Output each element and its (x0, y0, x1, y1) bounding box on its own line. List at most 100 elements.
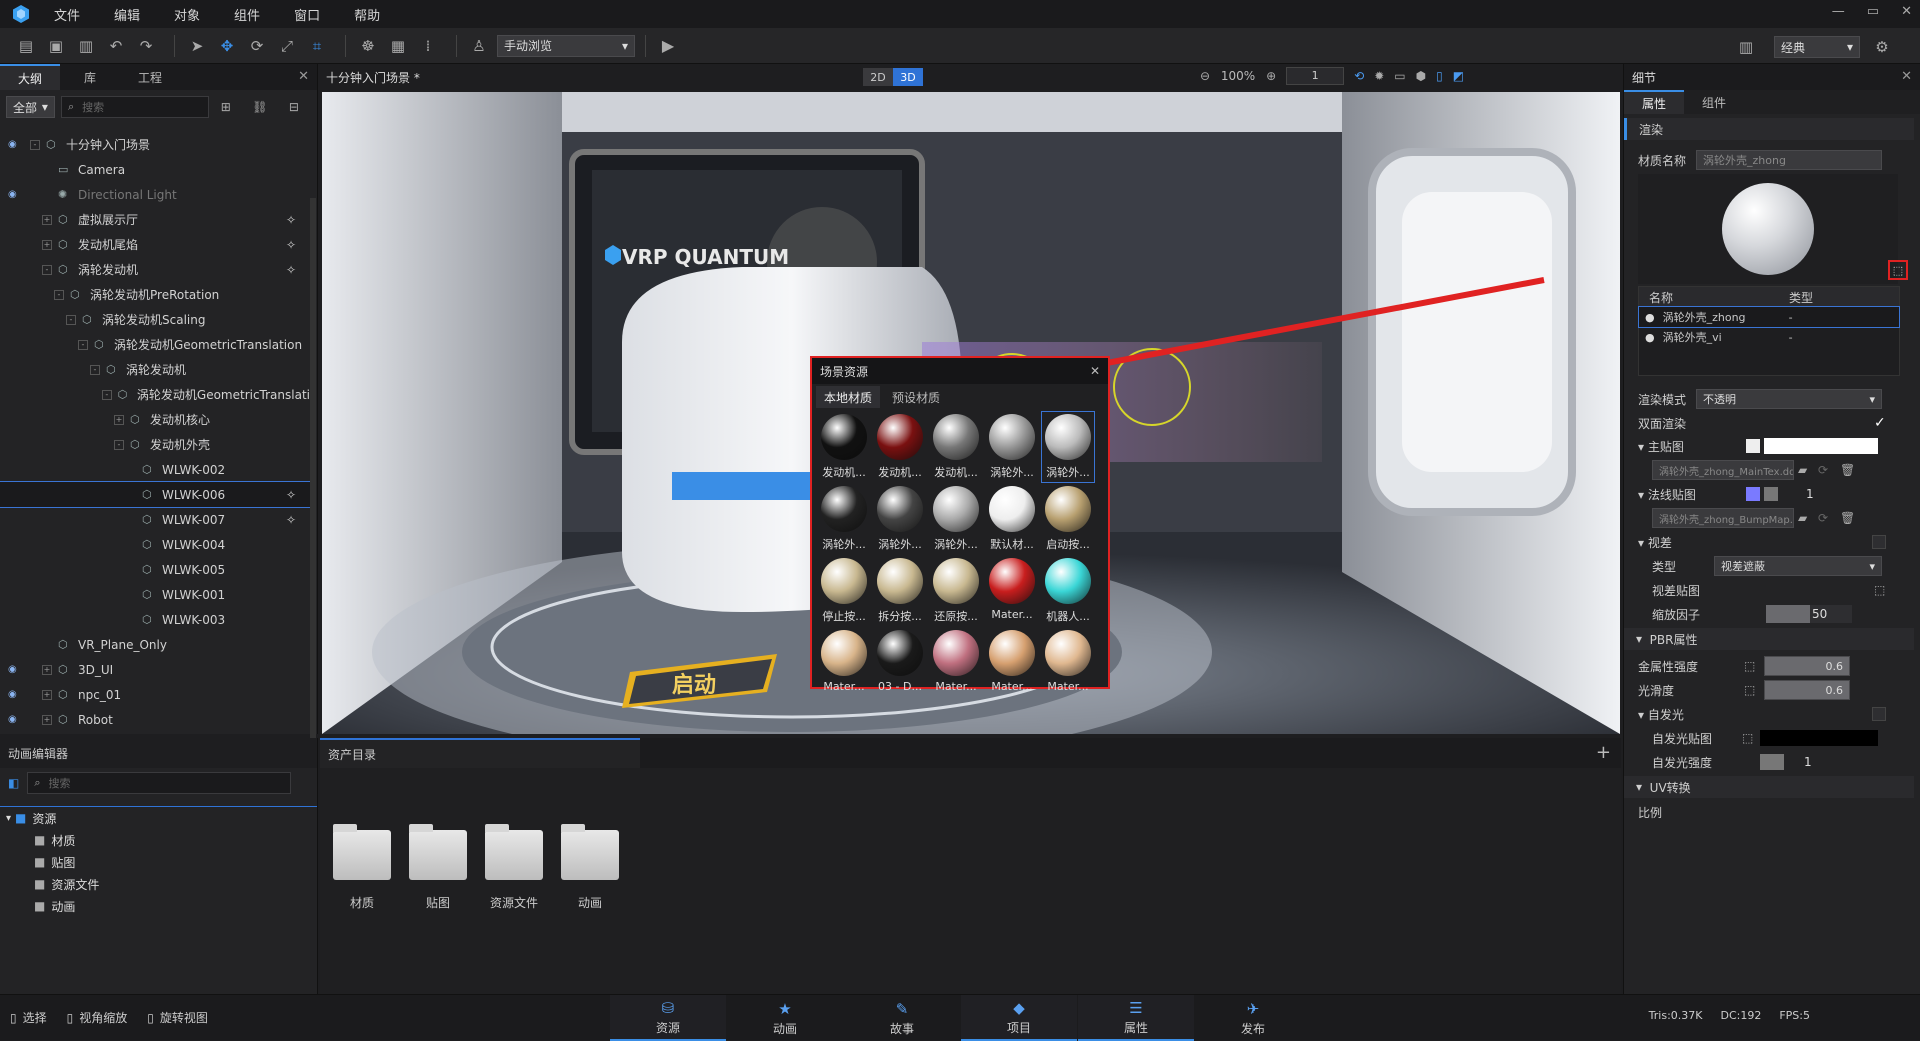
tree-node[interactable]: ⬡ WLWK-003 (0, 607, 310, 632)
link-icon[interactable]: ⛓ (249, 95, 271, 119)
material-thumb[interactable]: 还原按... (930, 556, 982, 626)
material-thumb[interactable]: 涡轮外... (930, 484, 982, 554)
tab-library[interactable]: 库 (60, 64, 120, 90)
smooth-field[interactable]: 0.6 (1764, 680, 1850, 700)
texture-slot-icon[interactable]: ⬚ (1742, 731, 1753, 745)
tab-preset-materials[interactable]: 预设材质 (884, 386, 948, 408)
settings-icon[interactable]: ⚙ (1870, 35, 1894, 59)
tree-node[interactable]: ◉ - ⬡ 十分钟入门场景 (0, 132, 310, 157)
redo-icon[interactable]: ↷ (134, 34, 158, 58)
material-thumb[interactable]: 启动按... (1042, 484, 1094, 554)
double-sided-checkbox[interactable]: ✓ (1874, 415, 1886, 431)
save-icon[interactable]: ▣ (44, 34, 68, 58)
material-thumb[interactable]: 发动机... (930, 412, 982, 482)
material-thumb[interactable]: 发动机... (818, 412, 870, 482)
tab-local-materials[interactable]: 本地材质 (816, 386, 881, 408)
material-name-field[interactable]: 涡轮外壳_zhong (1696, 150, 1882, 170)
refresh-icon[interactable]: ⟳ (1818, 511, 1828, 525)
emissive-checkbox[interactable] (1872, 707, 1886, 721)
trash-icon[interactable]: 🗑 (1840, 463, 1855, 477)
tree-root-assets[interactable]: ▾ ■ 资源 (0, 807, 317, 829)
visibility-icon[interactable]: ◉ (8, 189, 20, 200)
expand-toggle[interactable]: - (102, 389, 112, 400)
orbit-icon[interactable]: ⟲ (1354, 69, 1364, 83)
scale-tool-icon[interactable]: ⤢ (275, 34, 299, 58)
tree-node[interactable]: ⬡ WLWK-007 ✧ (0, 507, 310, 532)
tree-node[interactable]: ◉ + ⬡ 3D_UI (0, 657, 310, 682)
tree-node[interactable]: + ⬡ 虚拟展示厅 ✧ (0, 207, 310, 232)
scene-tab-title[interactable]: 十分钟入门场景 * (326, 69, 420, 86)
close-icon[interactable]: ✕ (298, 69, 309, 84)
table-row[interactable]: ● 涡轮外壳_vi - (1639, 327, 1899, 347)
folder-materials[interactable]: 材质 (332, 824, 392, 911)
expand-toggle[interactable]: - (30, 139, 40, 150)
normal-tex-field[interactable]: 涡轮外壳_zhong_BumpMap.d (1652, 508, 1794, 528)
render-mode-dropdown[interactable]: 不透明 ▾ (1696, 389, 1882, 409)
new-file-icon[interactable]: ▤ (14, 34, 38, 58)
asset-search-input[interactable]: ⌕ 搜索 (27, 772, 292, 794)
close-icon[interactable]: ✕ (1090, 364, 1100, 378)
menu-window[interactable]: 窗口 (294, 5, 320, 24)
expand-toggle[interactable]: - (66, 314, 76, 325)
nav-0[interactable]: ⛁ 资源 (610, 995, 726, 1041)
visibility-icon[interactable]: ◉ (8, 664, 20, 675)
material-thumb[interactable]: 涡轮外... (874, 484, 926, 554)
tree-node[interactable]: ⬡ VR_Plane_Only (0, 632, 310, 657)
material-thumb[interactable]: Mater... (930, 628, 982, 698)
material-thumb[interactable]: Mater... (1042, 628, 1094, 698)
expand-toggle[interactable]: - (42, 264, 52, 275)
page-icon[interactable]: ▯ (1436, 69, 1443, 83)
expand-toggle[interactable]: - (54, 289, 64, 300)
folder-resource-files[interactable]: 资源文件 (484, 824, 544, 911)
menu-edit[interactable]: 编辑 (114, 5, 140, 24)
filter-icon[interactable]: ⊞ (215, 95, 237, 119)
minimize-icon[interactable]: — (1832, 4, 1845, 19)
material-thumb[interactable]: Mater... (986, 556, 1038, 626)
material-thumb[interactable]: 机器人... (1042, 556, 1094, 626)
expand-toggle[interactable]: + (42, 664, 52, 675)
normal-color-swatch[interactable] (1746, 487, 1760, 501)
scrollbar[interactable] (310, 198, 316, 758)
tree-node[interactable]: + ⬡ 发动机尾焰 ✧ (0, 232, 310, 257)
tree-node[interactable]: - ⬡ 涡轮发动机GeometricTranslation (0, 332, 310, 357)
visibility-icon[interactable]: ◉ (8, 139, 20, 150)
tree-item-resource-files[interactable]: ■ 资源文件 (0, 873, 317, 895)
tree-item-textures[interactable]: ■ 贴图 (0, 851, 317, 873)
tree-node[interactable]: ⬡ WLWK-001 (0, 582, 310, 607)
zoom-in-icon[interactable]: ⊕ (1266, 69, 1276, 83)
tree-node[interactable]: ◉ + ⬡ npc_01 (0, 682, 310, 707)
color-bar[interactable] (1764, 438, 1878, 454)
pick-material-button[interactable]: ⬚ (1888, 260, 1908, 280)
cube-icon[interactable]: ⬢ (1416, 69, 1426, 83)
collapse-icon[interactable]: ⊟ (283, 95, 305, 119)
close-icon[interactable]: ✕ (1901, 69, 1912, 84)
visibility-icon[interactable]: ◉ (8, 714, 20, 725)
tab-outline[interactable]: 大纲 (0, 64, 60, 90)
panel-icon[interactable]: ◩ (1453, 69, 1464, 83)
folder-textures[interactable]: 贴图 (408, 824, 468, 911)
tree-node[interactable]: - ⬡ 涡轮发动机 ✧ (0, 257, 310, 282)
frame-input[interactable]: 1 (1286, 67, 1345, 85)
tree-node[interactable]: - ⬡ 发动机外壳 (0, 432, 310, 457)
play-icon[interactable]: ▶ (656, 34, 680, 58)
expand-toggle[interactable]: - (114, 439, 124, 450)
emissive-gray-swatch[interactable] (1760, 754, 1784, 770)
tree-node[interactable]: - ⬡ 涡轮发动机GeometricTranslati (0, 382, 310, 407)
trash-icon[interactable]: 🗑 (1840, 511, 1855, 525)
maximize-icon[interactable]: ▭ (1867, 4, 1879, 19)
metal-field[interactable]: 0.6 (1764, 656, 1850, 676)
material-thumb[interactable]: 停止按... (818, 556, 870, 626)
view-mode-dropdown[interactable]: 手动浏览 ▾ (497, 34, 635, 57)
mode-rotate[interactable]: ▯ 旋转视图 (147, 1009, 208, 1026)
normal-gray-swatch[interactable] (1764, 487, 1778, 501)
grid-dots-icon[interactable]: ⁞ (416, 34, 440, 58)
layout-dropdown[interactable]: 经典 ▾ (1774, 36, 1860, 58)
nav-1[interactable]: ★ 动画 (727, 995, 843, 1041)
tree-node[interactable]: - ⬡ 涡轮发动机Scaling (0, 307, 310, 332)
tree-node[interactable]: ◉ + ⬡ Robot (0, 707, 310, 732)
texture-slot-icon[interactable]: ⬚ (1874, 583, 1885, 597)
menu-help[interactable]: 帮助 (354, 5, 380, 24)
mode-zoom[interactable]: ▯ 视角缩放 (67, 1009, 128, 1026)
tree-node[interactable]: - ⬡ 涡轮发动机PreRotation (0, 282, 310, 307)
panel-toggle-icon[interactable]: ◧ (8, 776, 19, 790)
